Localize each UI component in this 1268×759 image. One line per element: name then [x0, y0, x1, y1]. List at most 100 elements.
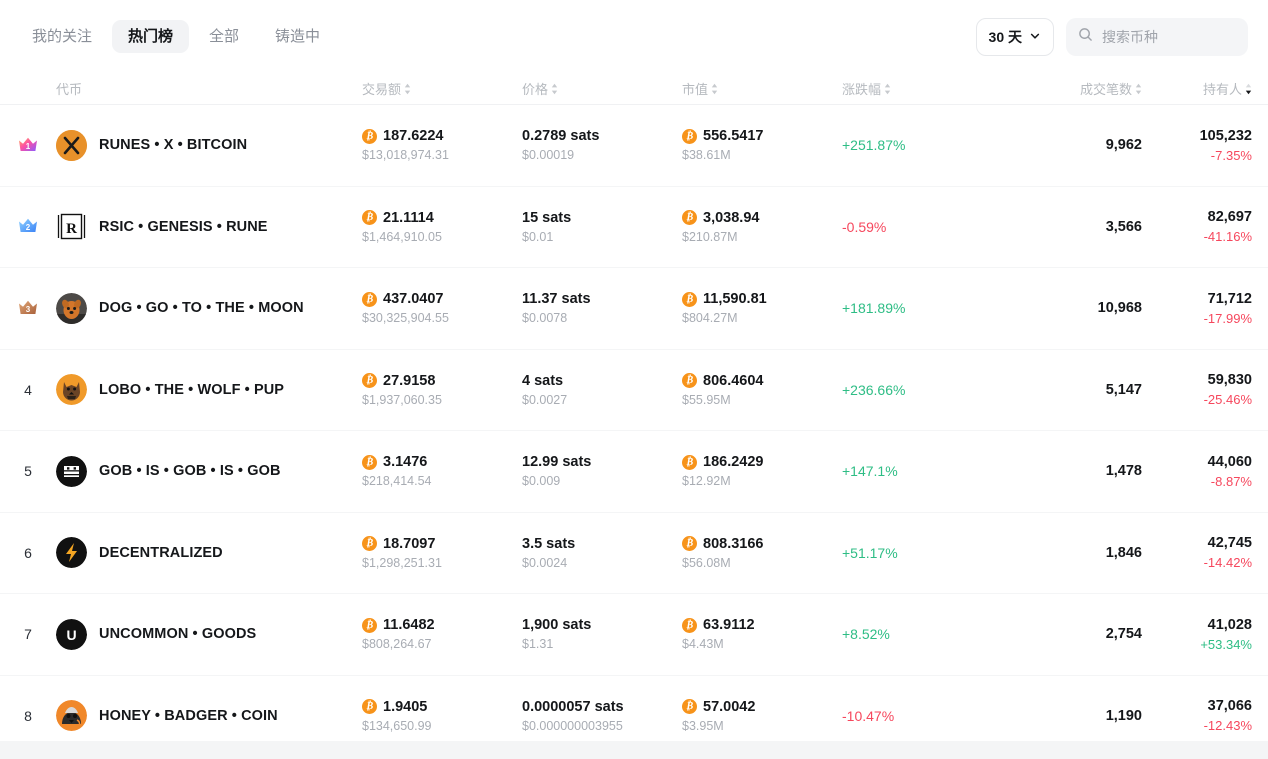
trades-cell: 1,190 [1002, 708, 1142, 724]
holders-cell: 71,712 -17.99% [1142, 291, 1252, 326]
bitcoin-icon: ₿ [682, 617, 697, 633]
table-row[interactable]: 5 GOB • IS • GOB • IS • GOB ₿ 3.1476 $218… [0, 431, 1268, 513]
price-cell: 4 sats $0.0027 [522, 373, 682, 407]
rank-number: 5 [24, 463, 32, 480]
table-row[interactable]: 1 RUNES • X • BITCOIN ₿ 187.6224 $13,018,… [0, 105, 1268, 187]
svg-text:1: 1 [26, 142, 31, 151]
token-name-cell[interactable]: R RSIC • GENESIS • RUNE [56, 211, 362, 243]
column-header-volume[interactable]: 交易额 [362, 79, 522, 98]
trades-count: 1,846 [1105, 544, 1142, 561]
volume-btc: 27.9158 [383, 372, 436, 389]
period-dropdown[interactable]: 30 天 [975, 17, 1054, 56]
table-row[interactable]: 2 R RSIC • GENESIS • RUNE ₿ 21.1114 $1,46… [0, 187, 1268, 268]
price-sats: 1,900 sats [522, 617, 592, 634]
table-row[interactable]: 7 U UNCOMMON • GOODS ₿ 11.6482 $808,264.6… [0, 594, 1268, 676]
trades-count: 5,147 [1105, 381, 1142, 398]
marketcap-btc: 186.2429 [703, 454, 764, 471]
table-row[interactable]: 3 DOG • GO • TO • THE • MOON ₿ 437.0407 $… [0, 268, 1268, 350]
token-name-cell[interactable]: HONEY • BADGER • COIN [56, 700, 362, 732]
marketcap-btc: 11,590.81 [703, 291, 767, 308]
price-sats: 15 sats [522, 209, 572, 226]
trades-count: 3,566 [1105, 218, 1142, 235]
table-row[interactable]: 4 LOBO • THE • WOLF • PUP ₿ 27.9158 $1,93… [0, 350, 1268, 431]
price-usd: $0.00019 [522, 148, 575, 163]
holders-cell: 44,060 -8.87% [1142, 454, 1252, 489]
token-name-cell[interactable]: GOB • IS • GOB • IS • GOB [56, 455, 362, 487]
holders-cell: 82,697 -41.16% [1142, 209, 1252, 244]
price-sats: 0.2789 sats [522, 128, 600, 145]
marketcap-btc: 3,038.94 [703, 209, 760, 226]
price-cell: 11.37 sats $0.0078 [522, 291, 682, 325]
search-icon [1078, 27, 1093, 47]
volume-usd: $1,464,910.05 [362, 229, 442, 244]
trades-count: 1,478 [1105, 463, 1142, 480]
rank-badge: 2 [0, 215, 56, 238]
top-toolbar: 我的关注 热门榜 全部 铸造中 30 天 搜索币种 [0, 0, 1268, 73]
holders-change: -14.42% [1203, 555, 1252, 571]
holders-count: 71,712 [1207, 290, 1252, 307]
token-name-cell[interactable]: RUNES • X • BITCOIN [56, 129, 362, 161]
sort-arrows-desc-icon [1245, 83, 1252, 95]
tab-my-watchlist[interactable]: 我的关注 [16, 20, 108, 53]
marketcap-usd: $4.43M [682, 637, 724, 652]
marketcap-cell: ₿ 806.4604 $55.95M [682, 373, 842, 407]
volume-cell: ₿ 27.9158 $1,937,060.35 [362, 373, 522, 407]
holders-cell: 37,066 -12.43% [1142, 698, 1252, 733]
tab-minting[interactable]: 铸造中 [259, 20, 336, 53]
change-cell: +147.1% [842, 463, 1002, 479]
x-logo-orange-avatar [56, 129, 87, 161]
holders-count: 44,060 [1207, 453, 1252, 470]
price-cell: 0.0000057 sats $0.000000003955 [522, 699, 682, 733]
table-header: 代币 交易额 价格 市值 涨跌幅 成交笔数 持有人 [0, 73, 1268, 105]
token-name-cell[interactable]: DECENTRALIZED [56, 537, 362, 569]
marketcap-cell: ₿ 808.3166 $56.08M [682, 536, 842, 570]
price-usd: $0.0027 [522, 392, 568, 407]
token-name-cell[interactable]: DOG • GO • TO • THE • MOON [56, 292, 362, 324]
tab-all[interactable]: 全部 [193, 20, 255, 53]
column-header-change[interactable]: 涨跌幅 [842, 79, 1002, 98]
holders-cell: 105,232 -7.35% [1142, 128, 1252, 163]
bitcoin-icon: ₿ [362, 128, 377, 144]
marketcap-cell: ₿ 3,038.94 $210.87M [682, 210, 842, 244]
rank-badge: 1 [0, 134, 56, 157]
marketcap-cell: ₿ 11,590.81 $804.27M [682, 291, 842, 325]
volume-cell: ₿ 437.0407 $30,325,904.55 [362, 291, 522, 325]
rank-number: 8 [24, 707, 32, 724]
wolf-orange-avatar [56, 374, 87, 406]
runes-market-page: 我的关注 热门榜 全部 铸造中 30 天 搜索币种 代币 交易额 价格 市值 涨… [0, 0, 1268, 759]
price-cell: 3.5 sats $0.0024 [522, 536, 682, 570]
bitcoin-icon: ₿ [362, 210, 377, 226]
holders-count: 105,232 [1199, 127, 1252, 144]
table-row[interactable]: 6 DECENTRALIZED ₿ 18.7097 $1,298,251.31 3… [0, 513, 1268, 594]
column-header-trades[interactable]: 成交笔数 [1002, 79, 1142, 98]
trades-count: 9,962 [1105, 137, 1142, 154]
volume-cell: ₿ 21.1114 $1,464,910.05 [362, 210, 522, 244]
holders-change: +53.34% [1200, 636, 1252, 652]
volume-usd: $218,414.54 [362, 474, 432, 489]
column-header-price[interactable]: 价格 [522, 79, 682, 98]
trades-cell: 5,147 [1002, 382, 1142, 398]
rank-badge: 3 [0, 297, 56, 320]
bitcoin-icon: ₿ [362, 373, 377, 389]
change-cell: +251.87% [842, 137, 1002, 153]
trades-cell: 1,846 [1002, 545, 1142, 561]
sort-arrows-icon [551, 83, 558, 95]
price-usd: $0.0024 [522, 555, 568, 570]
column-header-holders[interactable]: 持有人 [1142, 79, 1252, 98]
change-percent: -10.47% [842, 707, 895, 724]
token-name-cell[interactable]: LOBO • THE • WOLF • PUP [56, 374, 362, 406]
token-table-body: 1 RUNES • X • BITCOIN ₿ 187.6224 $13,018,… [0, 105, 1268, 757]
tab-hot-list[interactable]: 热门榜 [112, 20, 190, 53]
search-input[interactable]: 搜索币种 [1066, 17, 1248, 56]
token-name-cell[interactable]: U UNCOMMON • GOODS [56, 618, 362, 650]
bitcoin-icon: ₿ [682, 454, 697, 470]
holders-count: 37,066 [1207, 698, 1252, 715]
column-header-marketcap[interactable]: 市值 [682, 79, 842, 98]
volume-cell: ₿ 1.9405 $134,650.99 [362, 699, 522, 733]
volume-btc: 437.0407 [383, 291, 444, 308]
marketcap-cell: ₿ 63.9112 $4.43M [682, 617, 842, 651]
rank-number: 7 [24, 626, 32, 643]
bitcoin-icon: ₿ [362, 291, 377, 307]
holders-cell: 41,028 +53.34% [1142, 617, 1252, 652]
price-usd: $0.01 [522, 229, 554, 244]
